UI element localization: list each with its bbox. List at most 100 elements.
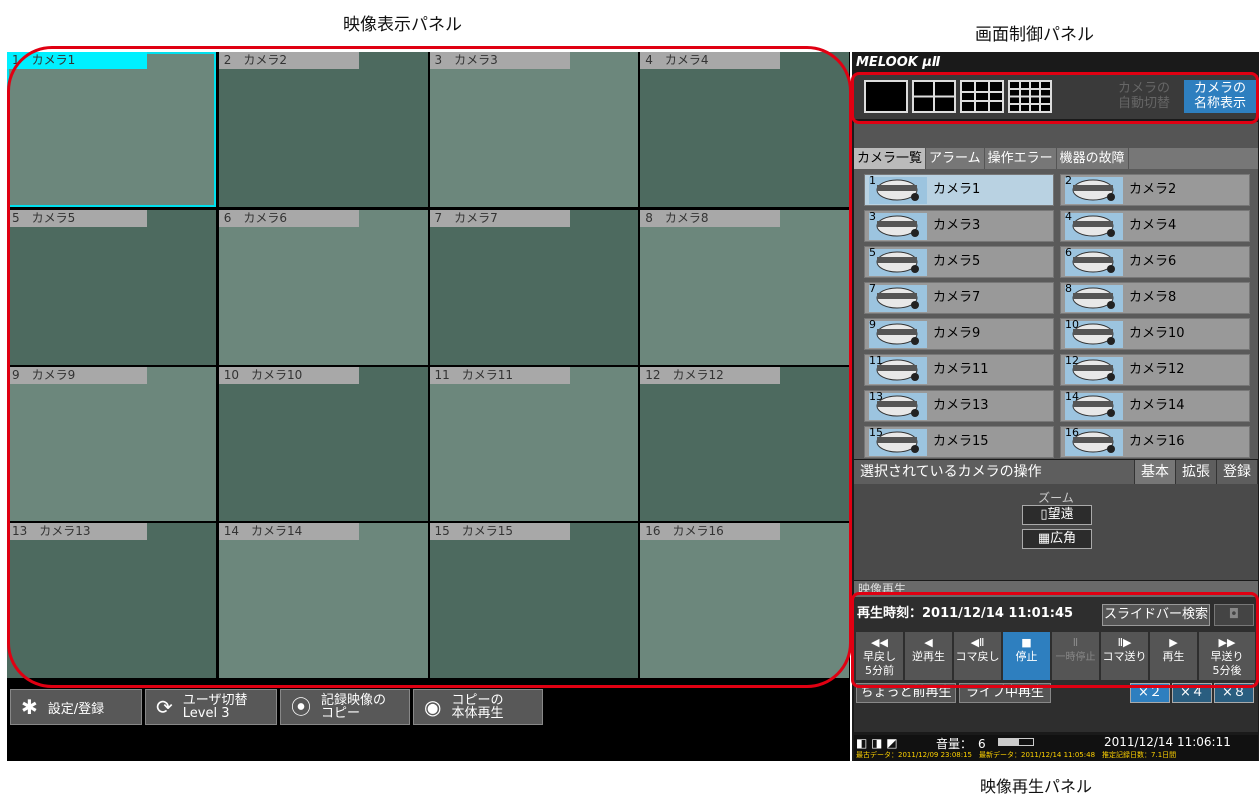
settings-button[interactable]: ✱ 設定/登録 [10, 689, 142, 725]
tab-list-1[interactable]: アラーム [926, 148, 985, 169]
camera-list-item[interactable]: 7 カメラ7 [864, 282, 1054, 314]
copy-recording-button[interactable]: ⦿ 記録映像の コピー [280, 689, 410, 725]
camera-list-item[interactable]: 16 カメラ16 [1060, 426, 1250, 458]
reverse-play-button[interactable]: ◀ 逆再生 [905, 632, 952, 680]
layout-16-button[interactable] [1008, 80, 1052, 113]
recording-info: 最古データ：2011/12/09 23:08:15 最新データ：2011/12/… [856, 751, 1177, 759]
video-cell[interactable]: 2 カメラ2 [218, 52, 428, 207]
camera-snapshot-icon[interactable]: ◘ [1214, 604, 1254, 626]
speaker-icons[interactable]: ◧ ◨ ◩ [856, 736, 898, 750]
camera-list-item[interactable]: 11 カメラ11 [864, 354, 1054, 386]
frame-back-button[interactable]: ◀Ⅱ コマ戻し [954, 632, 1001, 680]
video-cell[interactable]: 14 カメラ14 [218, 523, 428, 678]
tab-list-3[interactable]: 機器の故障 [1057, 148, 1129, 169]
reverse-label: 逆再生 [912, 650, 945, 663]
video-cell[interactable]: 8 カメラ8 [640, 209, 849, 365]
frame-back-icon: ◀Ⅱ [970, 636, 985, 649]
camera-list-item[interactable]: 13 カメラ13 [864, 390, 1054, 422]
camera-list-item[interactable]: 10 カメラ10 [1060, 318, 1250, 350]
live-replay-button[interactable]: ライブ中再生 [959, 683, 1051, 703]
zoom-tele-button[interactable]: ▯望遠 [1022, 505, 1092, 525]
fast-forward-5min-button[interactable]: ▶▶ 早送り 5分後 [1199, 632, 1255, 680]
tab-list-0[interactable]: カメラ一覧 [854, 148, 927, 169]
slider-search-button[interactable]: スライドバー検索 [1102, 604, 1210, 626]
dome-camera-shape [876, 251, 919, 273]
video-cell[interactable]: 15 カメラ15 [429, 523, 639, 678]
video-cell[interactable]: 10 カメラ10 [218, 366, 428, 522]
video-cell[interactable]: 3 カメラ3 [429, 52, 639, 207]
playback-panel-caption: 映像再生パネル [980, 777, 1093, 796]
camera-name: カメラ2 [1129, 182, 1177, 197]
camera-list-item[interactable]: 2 カメラ2 [1060, 174, 1250, 206]
camera-list: 1 カメラ1 2 カメラ2 3 カメラ3 4 カメラ4 5 カメラ5 6 カメラ6 7 カメラ7 8 カメラ8… [854, 169, 1258, 459]
camera-auto-switch-button[interactable]: カメラの 自動切替 [1108, 80, 1180, 113]
video-cell[interactable]: 12 カメラ12 [640, 366, 849, 522]
layout-4-button[interactable] [912, 80, 956, 113]
tab-basic[interactable]: 基本 [1135, 460, 1176, 484]
pause-label: 一時停止 [1055, 652, 1096, 663]
video-cell[interactable]: 4 カメラ4 [640, 52, 849, 207]
operation-title: 選択されているカメラの操作 [854, 460, 1135, 484]
volume-meter[interactable] [998, 738, 1034, 746]
play-label: 再生 [1162, 650, 1185, 663]
video-cell[interactable]: 1 カメラ1 [7, 52, 216, 207]
video-cell[interactable]: 6 カメラ6 [218, 209, 428, 365]
camera-grid: 1 カメラ1 2 カメラ2 3 カメラ3 4 カメラ4 5 カメラ5 6 カメラ6 7 カメ… [7, 52, 850, 679]
auto-switch-label-2: 自動切替 [1117, 96, 1170, 111]
layout-9-button[interactable] [960, 80, 1004, 113]
cell-camera-label: 6 カメラ6 [218, 209, 359, 227]
video-cell[interactable]: 11 カメラ11 [429, 366, 639, 522]
camera-list-item[interactable]: 12 カメラ12 [1060, 354, 1250, 386]
play-button[interactable]: ▶ 再生 [1150, 632, 1197, 680]
camera-name: カメラ7 [933, 290, 981, 305]
rewind-5min-button[interactable]: ◀◀ 早戻し 5分前 [856, 632, 903, 680]
cell-camera-label: 7 カメラ7 [429, 209, 570, 227]
zoom-wide-button[interactable]: ▦広角 [1022, 529, 1092, 549]
video-panel-caption: 映像表示パネル [343, 15, 462, 35]
tab-register[interactable]: 登録 [1217, 460, 1258, 484]
camera-list-item[interactable]: 8 カメラ8 [1060, 282, 1250, 314]
camera-name-display-button[interactable]: カメラの 名称表示 [1184, 80, 1256, 113]
camera-list-item[interactable]: 3 カメラ3 [864, 210, 1054, 242]
layout-1-button[interactable] [864, 80, 908, 113]
grid-4x4-icon [1010, 82, 1050, 111]
dome-camera-icon: 15 [869, 426, 927, 456]
dome-camera-icon: 2 [1065, 174, 1123, 204]
camera-number: 9 [869, 318, 876, 331]
video-cell[interactable]: 7 カメラ7 [429, 209, 639, 365]
camera-list-item[interactable]: 4 カメラ4 [1060, 210, 1250, 242]
camera-list-item[interactable]: 1 カメラ1 [864, 174, 1054, 206]
camera-number: 1 [869, 174, 876, 187]
short-replay-button[interactable]: ちょっと前再生 [856, 683, 956, 703]
cell-camera-label: 14 カメラ14 [218, 523, 359, 541]
right-control-panel: MELOOK μⅡ カメラの 自動切替 カメラの 名称表示 カメラ一覧 アラーム 操作エ… [852, 52, 1259, 761]
camera-name: カメラ13 [933, 398, 989, 413]
video-cell[interactable]: 9 カメラ9 [7, 366, 216, 522]
pause-button[interactable]: Ⅱ 一時停止 [1052, 632, 1099, 680]
play-copy-button[interactable]: ◉ コピーの 本体再生 [413, 689, 543, 725]
melook-logo: MELOOK μⅡ [856, 55, 941, 70]
camera-list-item[interactable]: 6 カメラ6 [1060, 246, 1250, 278]
tab-extended[interactable]: 拡張 [1176, 460, 1217, 484]
video-cell[interactable]: 5 カメラ5 [7, 209, 216, 365]
tab-list-2[interactable]: 操作エラー [985, 148, 1057, 169]
dome-camera-shape [1072, 179, 1115, 201]
user-switch-button[interactable]: ⟳ ユーザ切替 Level 3 [145, 689, 277, 725]
cell-camera-label: 10 カメラ10 [218, 366, 359, 384]
stop-button[interactable]: ■ 停止 [1003, 632, 1050, 680]
camera-list-item[interactable]: 9 カメラ9 [864, 318, 1054, 350]
dome-camera-shape [1072, 215, 1115, 237]
video-cell[interactable]: 13 カメラ13 [7, 523, 216, 678]
speed-x2-button[interactable]: ×２ [1130, 683, 1170, 703]
camera-list-item[interactable]: 5 カメラ5 [864, 246, 1054, 278]
frame-forward-button[interactable]: Ⅱ▶ コマ送り [1101, 632, 1148, 680]
camera-list-item[interactable]: 14 カメラ14 [1060, 390, 1250, 422]
speed-x4-button[interactable]: ×４ [1172, 683, 1212, 703]
dome-camera-icon: 3 [869, 210, 927, 240]
speed-x8-button[interactable]: ×８ [1214, 683, 1254, 703]
video-cell[interactable]: 16 カメラ16 [640, 523, 849, 678]
camera-list-item[interactable]: 15 カメラ15 [864, 426, 1054, 458]
camera-number: 14 [1065, 390, 1079, 403]
dome-camera-icon: 8 [1065, 282, 1123, 312]
cell-camera-label: 12 カメラ12 [640, 366, 781, 384]
